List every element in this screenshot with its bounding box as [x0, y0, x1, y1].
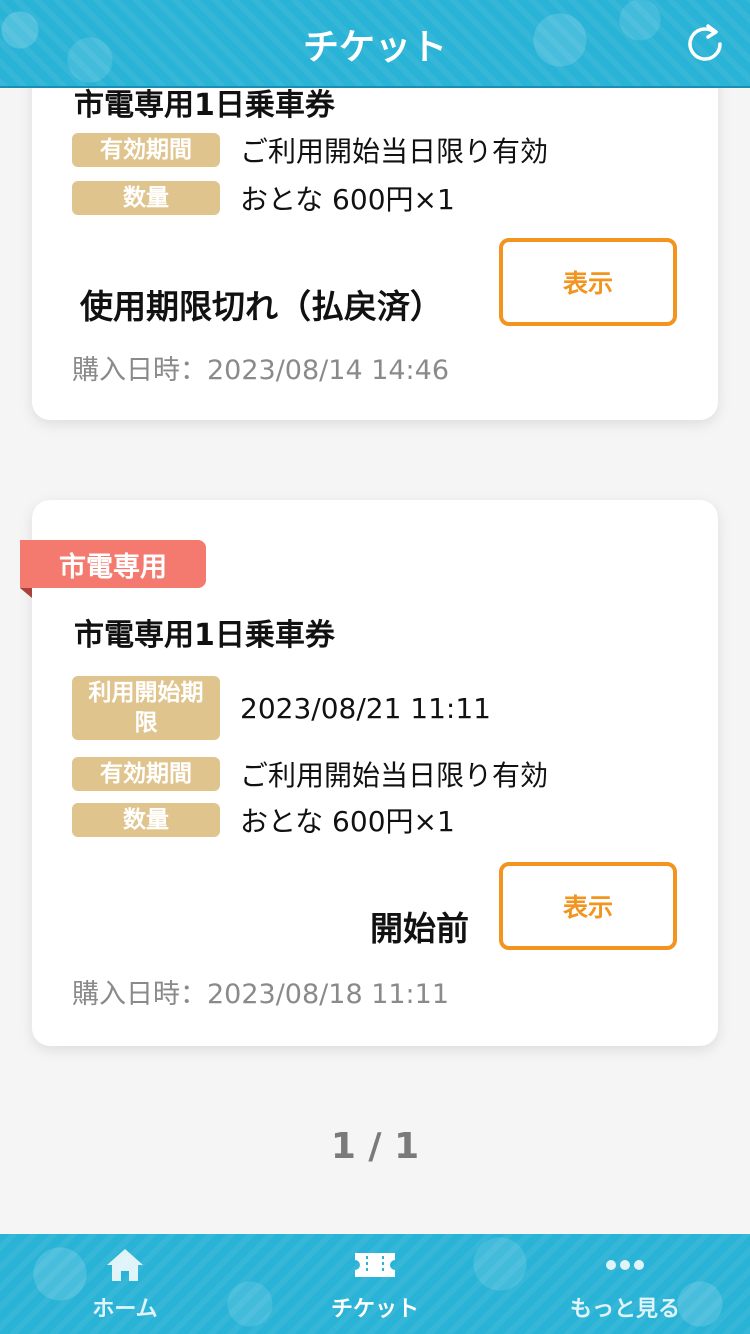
ticket-row: 利用開始期限 2023/08/21 11:11 — [72, 676, 491, 740]
ticket-row: 有効期間 ご利用開始当日限り有効 — [72, 754, 548, 794]
ticket-row: 数量 おとな 600円×1 — [72, 178, 455, 218]
ticket-card: 市電専用1日乗車券 有効期間 ご利用開始当日限り有効 数量 おとな 600円×1… — [32, 88, 718, 420]
nav-label: もっと見る — [569, 1297, 680, 1322]
app-header: チケット — [0, 0, 750, 88]
ticket-icon — [355, 1253, 395, 1277]
ticket-title: 市電専用1日乗車券 — [74, 618, 335, 653]
ticket-row: 有効期間 ご利用開始当日限り有効 — [72, 130, 548, 170]
home-icon — [107, 1249, 143, 1281]
nav-more[interactable]: もっと見る — [500, 1234, 750, 1334]
page-title: チケット — [302, 27, 447, 68]
row-label: 利用開始期限 — [72, 676, 220, 740]
more-icon — [606, 1260, 644, 1270]
bottom-nav: ホーム チケット もっと見る — [0, 1234, 750, 1334]
ticket-status: 使用期限切れ（払戻済） — [80, 287, 443, 326]
refresh-button[interactable] — [686, 22, 726, 66]
refresh-icon — [688, 24, 722, 61]
pagination: 1 / 1 — [330, 1126, 420, 1167]
ticket-title: 市電専用1日乗車券 — [74, 88, 335, 123]
ticket-type-badge: 市電専用 — [20, 540, 206, 598]
purchase-datetime: 購入日時：2023/08/14 14:46 — [72, 355, 450, 386]
row-label: 有効期間 — [72, 757, 220, 791]
show-ticket-button[interactable]: 表示 — [499, 238, 677, 326]
nav-ticket[interactable]: チケット — [250, 1234, 500, 1334]
nav-label: ホーム — [92, 1297, 158, 1322]
row-value: おとな 600円×1 — [240, 183, 455, 216]
nav-home[interactable]: ホーム — [0, 1234, 250, 1334]
ticket-status: 開始前 — [370, 909, 469, 948]
ticket-card: 市電専用 市電専用1日乗車券 利用開始期限 2023/08/21 11:11 有… — [20, 500, 718, 1046]
row-label: 有効期間 — [72, 133, 220, 167]
purchase-datetime: 購入日時：2023/08/18 11:11 — [72, 979, 450, 1010]
row-value: ご利用開始当日限り有効 — [240, 759, 549, 792]
row-label: 数量 — [72, 803, 220, 837]
row-value: ご利用開始当日限り有効 — [240, 135, 549, 168]
row-value: 2023/08/21 11:11 — [240, 691, 491, 725]
ticket-list[interactable]: 市電専用1日乗車券 有効期間 ご利用開始当日限り有効 数量 おとな 600円×1… — [0, 88, 750, 1234]
row-label: 数量 — [72, 181, 220, 215]
row-value: おとな 600円×1 — [240, 805, 455, 838]
ticket-row: 数量 おとな 600円×1 — [72, 800, 455, 840]
nav-label: チケット — [330, 1297, 419, 1322]
show-ticket-button[interactable]: 表示 — [499, 862, 677, 950]
